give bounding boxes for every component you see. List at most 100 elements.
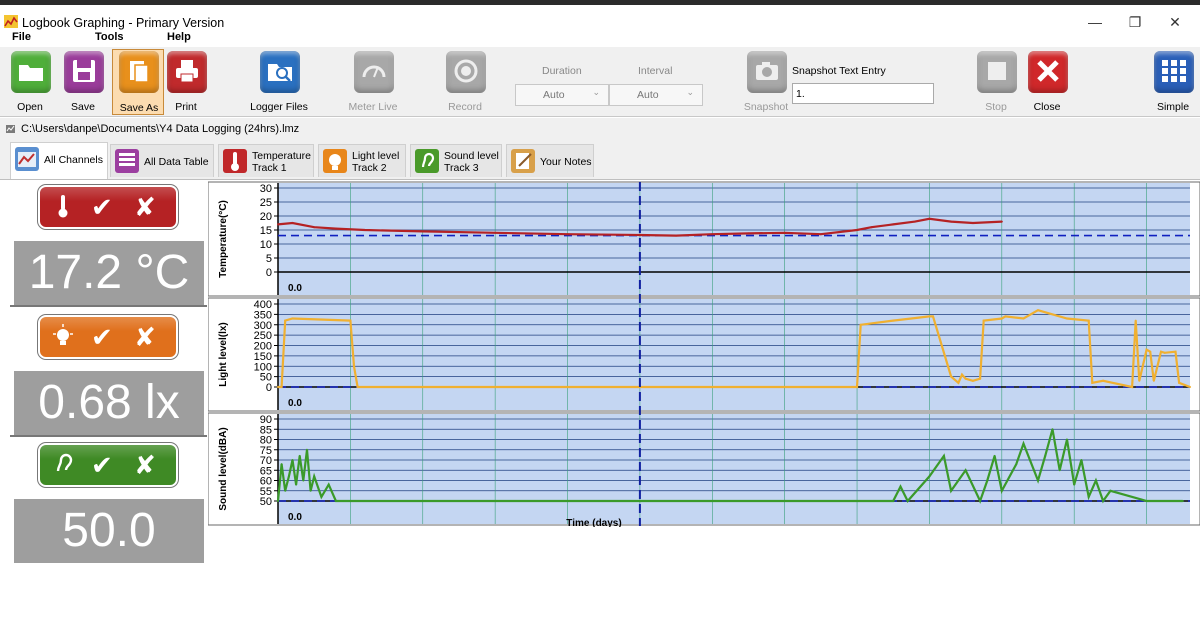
cross-icon[interactable]: ✘ (134, 450, 156, 480)
data-point (982, 319, 985, 322)
tab-all-channels[interactable]: All Channels (10, 142, 108, 179)
sensor-light-toggle-bar[interactable]: ✔ ✘ (38, 315, 178, 359)
data-point (349, 319, 352, 322)
data-point (964, 377, 967, 380)
tab-label-line1: Sound level (444, 150, 499, 162)
snapshot-button[interactable]: Snapshot (740, 49, 792, 115)
data-point (711, 233, 714, 236)
check-icon[interactable]: ✔ (91, 450, 113, 480)
data-point (928, 475, 931, 478)
data-point (1037, 479, 1039, 482)
data-point (284, 319, 287, 322)
data-point (964, 469, 967, 472)
tab-label: Sound level Track 3 (444, 150, 499, 174)
tab-temperature[interactable]: Temperature Track 1 (218, 144, 314, 177)
chart-panel-1: 4003503002502001501005000.0Light level(l… (207, 297, 1200, 412)
cross-icon[interactable]: ✘ (134, 192, 156, 222)
menu-tools[interactable]: Tools (95, 31, 124, 43)
sensor-temperature-toggle-bar[interactable]: ✔ ✘ (38, 185, 178, 229)
ear-icon (415, 149, 439, 173)
tab-all-data-table[interactable]: All Data Table (110, 144, 214, 177)
logger-files-label: Logger Files (250, 101, 308, 113)
tick-label: 10 (260, 239, 272, 251)
tab-light-level[interactable]: Light level Track 2 (318, 144, 406, 177)
folder-icon (11, 51, 51, 93)
data-point (1145, 348, 1148, 351)
file-icon (6, 125, 15, 133)
simple-button[interactable]: Simple (1147, 49, 1199, 115)
menu-help[interactable]: Help (167, 31, 191, 43)
tick-label: 0 (266, 267, 272, 279)
tab-sound-level[interactable]: Sound level Track 3 (410, 144, 502, 177)
data-point (1015, 463, 1018, 466)
logger-files-button[interactable]: Logger Files (250, 49, 308, 115)
data-point (1065, 317, 1068, 320)
check-icon[interactable]: ✔ (91, 322, 113, 352)
data-point (494, 231, 497, 234)
check-icon[interactable]: ✔ (91, 192, 113, 222)
close-x-icon (1028, 51, 1068, 93)
data-point (349, 500, 352, 502)
data-point (1051, 428, 1054, 431)
meter-live-label: Meter Live (348, 101, 398, 113)
chart-panel-0: 30 25 20 15 10 5 0 0.0 Temperature(°C) (207, 181, 1200, 297)
tab-label: Temperature Track 1 (252, 150, 311, 174)
save-button[interactable]: Save (57, 49, 109, 115)
thermometer-icon (58, 195, 68, 218)
data-point (277, 223, 279, 226)
charts-svg: 3025201510500.0Temperature(°C)4003503002… (207, 181, 1200, 529)
zero-label: 0.0 (288, 398, 302, 409)
data-point (1181, 500, 1184, 502)
duration-select[interactable]: Auto ⌄ (515, 84, 609, 106)
data-point (313, 226, 316, 229)
sensor-light: ✔ ✘ 0.68 lx (10, 315, 205, 439)
data-point (291, 222, 294, 224)
menu-bar: File Tools Help (0, 30, 1200, 47)
tab-label-line2: Track 3 (444, 162, 479, 174)
data-point (421, 500, 424, 502)
data-point (327, 483, 330, 486)
data-point (928, 217, 931, 220)
sensor-sound-toggle-bar[interactable]: ✔ ✘ (38, 443, 178, 487)
data-point (1073, 483, 1076, 486)
tab-label-line1: Your Notes (540, 156, 592, 168)
data-point (363, 229, 366, 231)
interval-value: Auto (637, 89, 659, 101)
chart-area: 30 25 20 15 10 5 0 0.0 Temperature(°C) 400 350 300 2… (207, 181, 1200, 529)
data-point (950, 489, 953, 492)
data-point (1102, 500, 1105, 502)
bulb-icon (53, 324, 73, 345)
tab-your-notes[interactable]: Your Notes (506, 144, 594, 177)
snapshot-text-input[interactable]: 1. (792, 83, 934, 104)
sensor-readings-panel: ✔ ✘ 17.2 °C ✔ ✘ 0.68 lx ✔ ✘ 50.0 dBA (0, 181, 207, 621)
interval-select[interactable]: Auto ⌄ (609, 84, 703, 106)
floppy-icon (64, 51, 104, 93)
data-point (928, 315, 931, 318)
data-point (1149, 350, 1152, 353)
ear-icon (56, 453, 73, 472)
data-point (993, 454, 996, 457)
chevron-down-icon: ⌄ (592, 87, 600, 97)
record-button[interactable]: Record (439, 49, 491, 115)
tab-label-line1: All Channels (44, 154, 103, 166)
data-point (899, 485, 902, 488)
sensor-light-reading: 0.68 lx (14, 371, 204, 435)
menu-file[interactable]: File (12, 31, 31, 43)
data-point (957, 381, 960, 384)
data-point (1065, 438, 1068, 441)
data-point (979, 500, 982, 502)
data-point (295, 483, 298, 486)
meter-live-button[interactable]: Meter Live (347, 49, 399, 115)
data-point (1058, 469, 1061, 472)
tick-label: 25 (260, 197, 272, 209)
data-point (1134, 319, 1137, 322)
data-point (1163, 351, 1166, 354)
tick-label: 50 (260, 496, 272, 508)
cross-icon[interactable]: ✘ (134, 322, 156, 352)
data-point (385, 386, 388, 388)
print-button[interactable]: Print (160, 49, 212, 115)
close-button[interactable]: Close (1021, 49, 1073, 115)
data-point (291, 317, 294, 320)
data-point (638, 234, 641, 237)
data-point (979, 377, 982, 380)
